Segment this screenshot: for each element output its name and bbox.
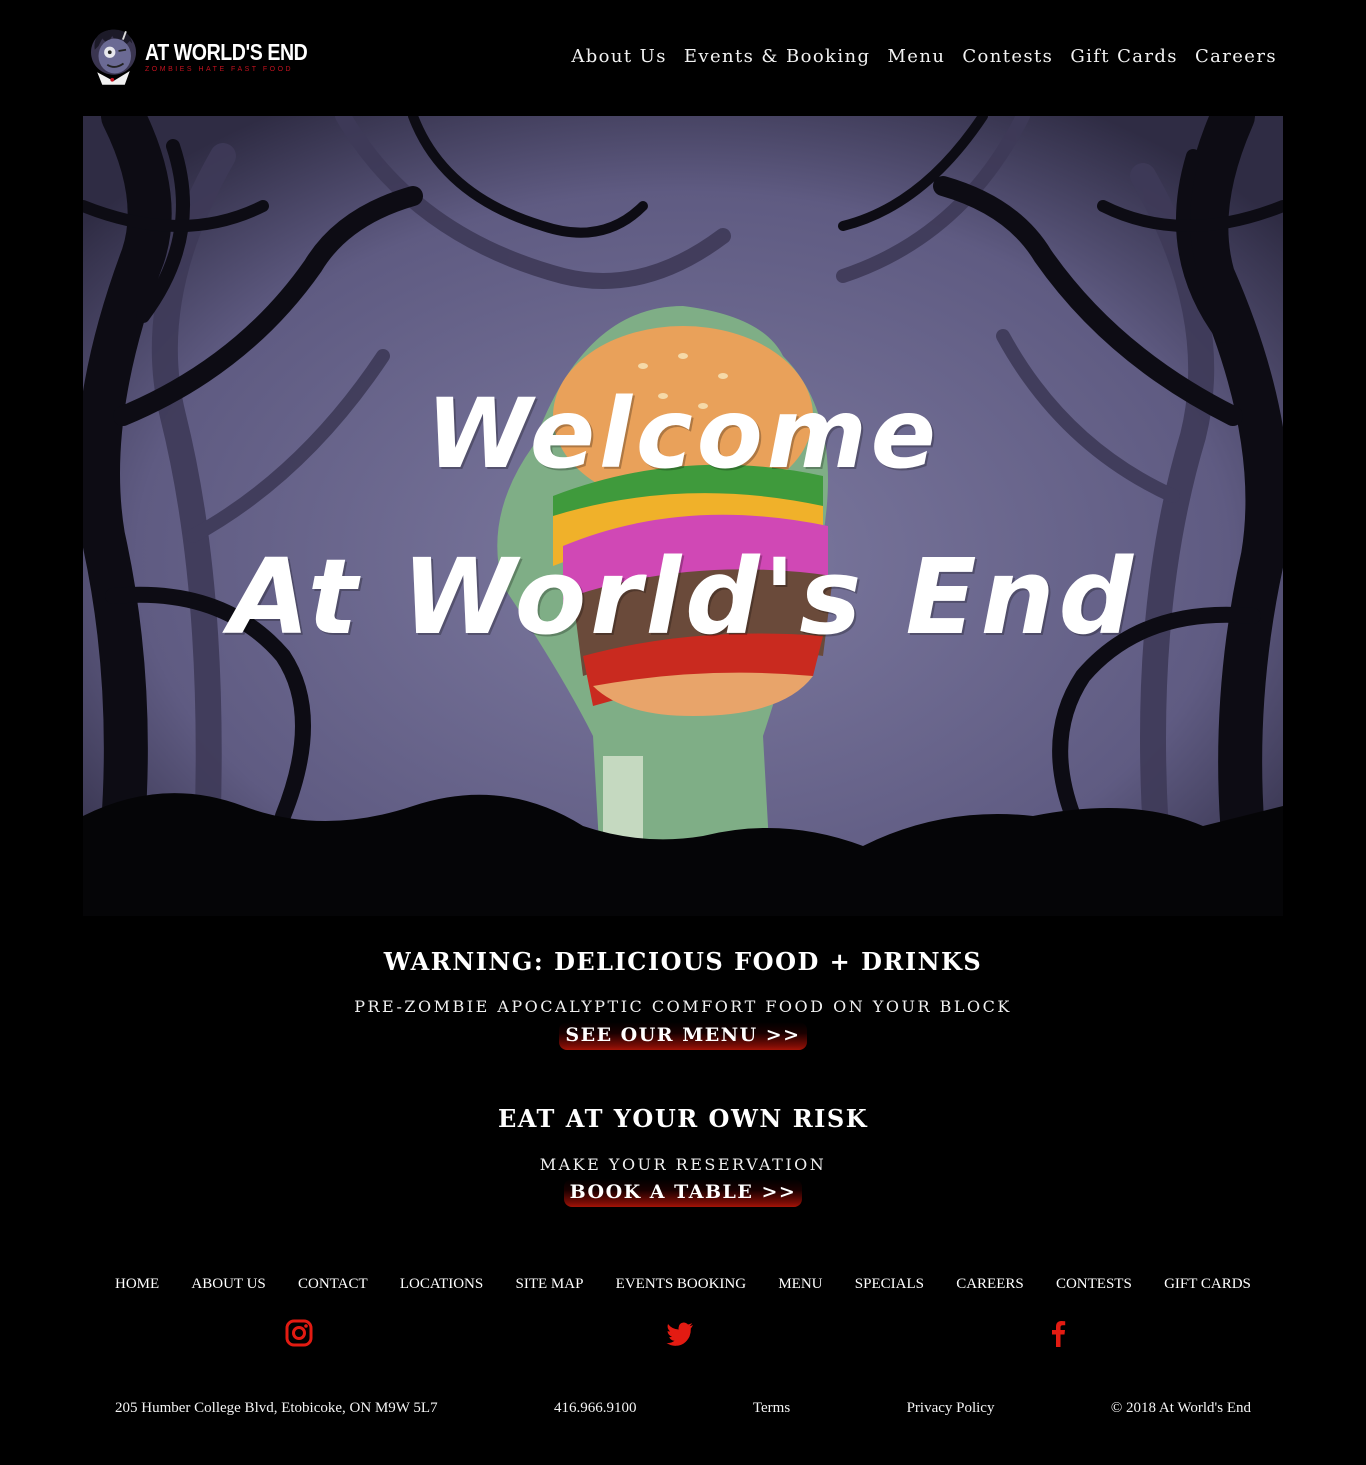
footer-link-contests[interactable]: CONTESTS bbox=[1056, 1276, 1132, 1293]
footer-link-about-us[interactable]: ABOUT US bbox=[191, 1276, 265, 1293]
footer-copyright: © 2018 At World's End bbox=[1110, 1400, 1251, 1416]
see-menu-button[interactable]: SEE OUR MENU >> bbox=[559, 1022, 807, 1050]
logo-title: AT WORLD'S END bbox=[145, 38, 308, 65]
site-header: AT WORLD'S END ZOMBIES HATE FAST FOOD Ab… bbox=[0, 0, 1366, 116]
instagram-icon[interactable] bbox=[284, 1318, 314, 1348]
facebook-icon[interactable] bbox=[1043, 1318, 1073, 1348]
nav-gift-cards[interactable]: Gift Cards bbox=[1070, 46, 1178, 67]
footer-link-contact[interactable]: CONTACT bbox=[298, 1276, 368, 1293]
footer-link-site-map[interactable]: SITE MAP bbox=[515, 1276, 583, 1293]
footer-link-events-booking[interactable]: EVENTS BOOKING bbox=[616, 1276, 746, 1293]
hero-brand-text: At World's End bbox=[228, 536, 1138, 658]
nav-about-us[interactable]: About Us bbox=[571, 46, 667, 67]
footer-nav: HOME ABOUT US CONTACT LOCATIONS SITE MAP… bbox=[115, 1276, 1251, 1293]
nav-menu[interactable]: Menu bbox=[887, 46, 945, 67]
hero-welcome-text: Welcome bbox=[426, 378, 940, 490]
nav-contests[interactable]: Contests bbox=[962, 46, 1053, 67]
promo-food-heading: WARNING: DELICIOUS FOOD + DRINKS bbox=[383, 947, 983, 976]
hero-banner: Welcome At World's End bbox=[83, 116, 1283, 916]
footer-link-locations[interactable]: LOCATIONS bbox=[400, 1276, 483, 1293]
nav-events-booking[interactable]: Events & Booking bbox=[684, 46, 871, 67]
footer-terms-link[interactable]: Terms bbox=[753, 1400, 790, 1417]
main-nav: About Us Events & Booking Menu Contests … bbox=[571, 46, 1277, 67]
footer-info: 205 Humber College Blvd, Etobicoke, ON M… bbox=[115, 1400, 1251, 1417]
zombie-mascot-icon bbox=[91, 29, 137, 85]
promo-reservation-section: EAT AT YOUR OWN RISK MAKE YOUR RESERVATI… bbox=[0, 1104, 1366, 1207]
logo-tagline: ZOMBIES HATE FAST FOOD bbox=[145, 65, 294, 73]
footer-phone: 416.966.9100 bbox=[554, 1400, 637, 1416]
promo-food-subheading: PRE-ZOMBIE APOCALYPTIC COMFORT FOOD ON Y… bbox=[354, 997, 1012, 1016]
footer-link-specials[interactable]: SPECIALS bbox=[855, 1276, 924, 1293]
nav-careers[interactable]: Careers bbox=[1195, 46, 1277, 67]
footer-privacy-link[interactable]: Privacy Policy bbox=[907, 1400, 995, 1417]
site-logo[interactable]: AT WORLD'S END ZOMBIES HATE FAST FOOD bbox=[86, 4, 336, 108]
footer-link-careers[interactable]: CAREERS bbox=[956, 1276, 1024, 1293]
promo-food-section: WARNING: DELICIOUS FOOD + DRINKS PRE-ZOM… bbox=[0, 947, 1366, 1050]
promo-reservation-subheading: MAKE YOUR RESERVATION bbox=[539, 1155, 827, 1174]
footer-address: 205 Humber College Blvd, Etobicoke, ON M… bbox=[115, 1400, 438, 1416]
footer-link-home[interactable]: HOME bbox=[115, 1276, 159, 1293]
footer-link-menu[interactable]: MENU bbox=[778, 1276, 822, 1293]
footer-link-gift-cards[interactable]: GIFT CARDS bbox=[1164, 1276, 1251, 1293]
book-table-button[interactable]: BOOK A TABLE >> bbox=[563, 1179, 803, 1207]
twitter-icon[interactable] bbox=[665, 1318, 695, 1348]
hero-illustration bbox=[83, 116, 1283, 916]
promo-risk-heading: EAT AT YOUR OWN RISK bbox=[497, 1104, 869, 1133]
